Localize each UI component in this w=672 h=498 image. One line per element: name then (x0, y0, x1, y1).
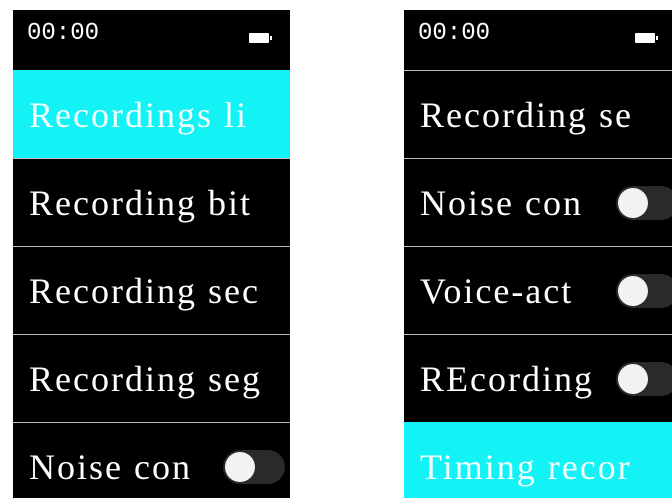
menu-item-label: REcording (420, 358, 594, 399)
menu-item-recording-toggle[interactable]: REcording (404, 334, 672, 422)
menu-item-label: Noise con (420, 182, 583, 223)
battery-icon (249, 33, 272, 43)
device-screen-left: 00:00 Recordings li Recording bit Record… (13, 10, 290, 498)
menu-item-voice-activation[interactable]: Voice-act (404, 246, 672, 334)
menu-item-label: Timing recor (420, 446, 632, 487)
menu-item-recording-second[interactable]: Recording sec (13, 246, 290, 334)
battery-icon (635, 33, 658, 43)
menu-item-label: Voice-act (420, 270, 574, 311)
menu-item-label: Recording se (420, 94, 633, 135)
noise-control-toggle[interactable] (616, 185, 672, 220)
menu-item-label: Recording seg (29, 358, 262, 399)
menu-item-timing-recording[interactable]: Timing recor (404, 422, 672, 498)
menu-item-label: Recording sec (29, 270, 260, 311)
menu-item-label: Recordings li (29, 94, 248, 135)
menu-item-recording-segment[interactable]: Recording seg (13, 334, 290, 422)
menu-item-label: Noise con (29, 446, 192, 487)
menu-item-recording-bitrate[interactable]: Recording bit (13, 158, 290, 246)
device-screen-right: 00:00 Recording se Noise con Voice-act R… (404, 10, 672, 498)
menu-list: Recording se Noise con Voice-act REcordi… (404, 70, 672, 498)
status-bar: 00:00 (404, 10, 672, 70)
menu-item-recordings-list[interactable]: Recordings li (13, 70, 290, 158)
toggle-knob (618, 275, 648, 306)
menu-list: Recordings li Recording bit Recording se… (13, 70, 290, 498)
toggle-knob (618, 187, 648, 218)
menu-item-noise-control[interactable]: Noise con (404, 158, 672, 246)
menu-item-label: Recording bit (29, 182, 252, 223)
noise-control-toggle[interactable] (223, 449, 285, 484)
clock-time: 00:00 (418, 20, 491, 47)
recording-toggle[interactable] (616, 361, 672, 396)
clock-time: 00:00 (27, 20, 100, 47)
toggle-knob (618, 363, 648, 394)
toggle-knob (225, 451, 255, 482)
menu-item-noise-control[interactable]: Noise con (13, 422, 290, 498)
menu-item-recording-segment[interactable]: Recording se (404, 70, 672, 158)
status-bar: 00:00 (13, 10, 290, 70)
voice-activation-toggle[interactable] (616, 273, 672, 308)
